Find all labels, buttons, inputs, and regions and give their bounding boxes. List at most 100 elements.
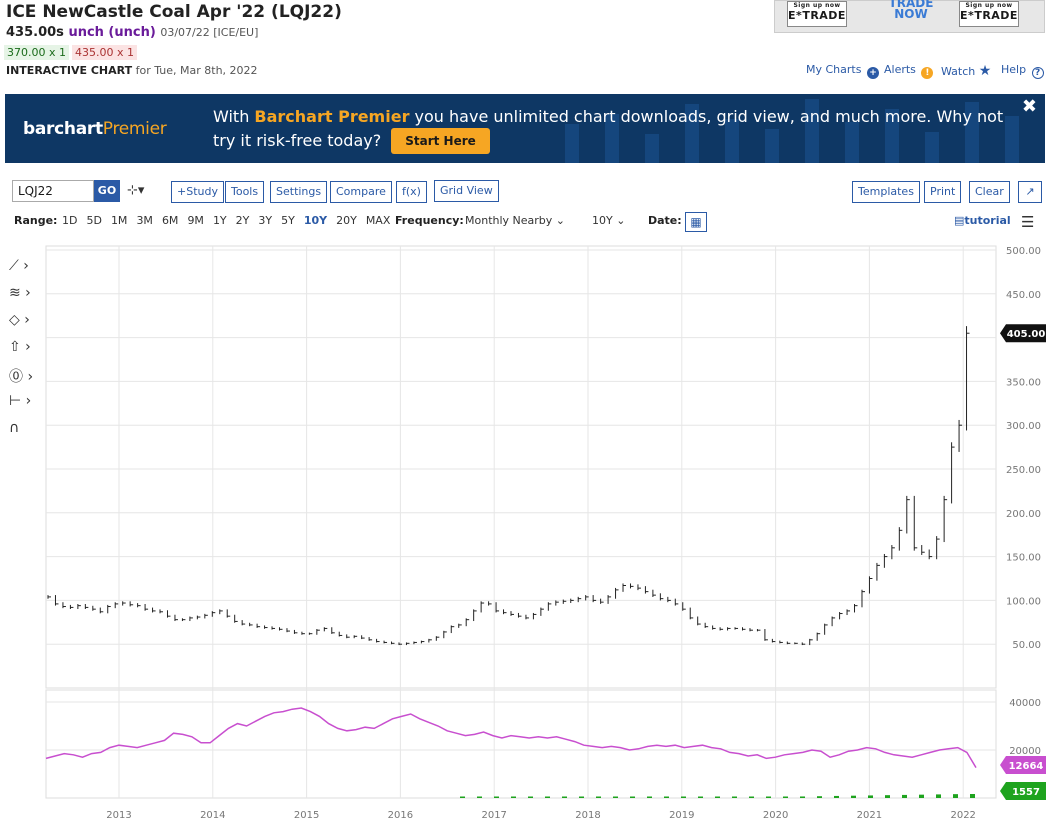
open-interest-bar: [698, 796, 703, 798]
compare-button[interactable]: Compare: [330, 181, 392, 203]
period-value: 10Y: [592, 214, 613, 227]
tutorial-link[interactable]: ▤tutorial: [954, 214, 1011, 227]
banner-text-pre: With: [213, 107, 255, 126]
range-option-1m[interactable]: 1M: [111, 214, 128, 227]
range-option-1y[interactable]: 1Y: [213, 214, 227, 227]
x-tick-label: 2020: [763, 810, 788, 821]
bar-type-dropdown[interactable]: ⊹▾: [127, 183, 144, 198]
interactive-chart-label: INTERACTIVE CHART for Tue, Mar 8th, 2022: [6, 64, 258, 77]
quote-meta: 03/07/22 [ICE/EU]: [160, 26, 259, 39]
date-label-text: Date:: [648, 214, 682, 227]
watch-label: Watch: [941, 65, 976, 78]
x-tick-label: 2022: [950, 810, 975, 821]
y-tick-label: 200.00: [1006, 509, 1041, 520]
open-interest-bar: [919, 794, 924, 798]
range-option-5y[interactable]: 5Y: [281, 214, 295, 227]
x-tick-label: 2016: [388, 810, 413, 821]
banner-message: With Barchart Premier you have unlimited…: [213, 106, 1013, 154]
alert-icon: !: [921, 67, 934, 79]
last-price: 435.00s: [6, 25, 64, 40]
etrade-ad-right-small: Sign up now: [965, 2, 1013, 9]
calendar-icon[interactable]: ▦: [685, 212, 707, 232]
open-interest-bar: [477, 796, 482, 798]
premier-banner: barchartPremier With Barchart Premier yo…: [5, 94, 1045, 163]
etrade-ad-left-text: E*TRADE: [788, 9, 846, 22]
open-interest-bar: [715, 796, 720, 798]
open-interest-bar: [460, 796, 465, 798]
price-panel: [45, 245, 997, 689]
range-option-9m[interactable]: 9M: [187, 214, 204, 227]
range-option-20y[interactable]: 20Y: [336, 214, 357, 227]
x-tick-label: 2013: [106, 810, 131, 821]
start-here-button[interactable]: Start Here: [391, 128, 490, 154]
price-change: unch (unch): [68, 25, 156, 40]
menu-icon[interactable]: ☰: [1021, 213, 1034, 231]
tools-button[interactable]: Tools: [225, 181, 265, 203]
fx-button[interactable]: f(x): [396, 181, 427, 203]
open-interest-bar: [494, 796, 499, 798]
alerts-link[interactable]: Alerts !: [884, 63, 934, 79]
open-interest-bar: [511, 796, 516, 798]
print-button[interactable]: Print: [924, 181, 962, 203]
chevron-down-icon: ⌄: [555, 214, 566, 227]
my-charts-label: My Charts: [806, 63, 862, 76]
go-button[interactable]: GO: [94, 180, 120, 202]
expand-button[interactable]: ↗: [1018, 181, 1042, 203]
range-option-max[interactable]: MAX: [366, 214, 391, 227]
quote-line: 435.00s unch (unch) 03/07/22 [ICE/EU]: [6, 25, 258, 40]
symbol-input[interactable]: LQJ22: [12, 180, 94, 202]
logo-main: barchart: [23, 119, 103, 139]
volume-badge-text: 12664: [1009, 761, 1044, 772]
range-option-10y[interactable]: 10Y: [304, 214, 327, 227]
open-interest-bar: [732, 796, 737, 798]
x-tick-label: 2019: [669, 810, 694, 821]
y-tick-label: 100.00: [1006, 596, 1041, 607]
range-option-5d[interactable]: 5D: [86, 214, 101, 227]
range-option-2y[interactable]: 2Y: [236, 214, 250, 227]
open-interest-bar: [528, 796, 533, 798]
tutorial-label: tutorial: [964, 214, 1011, 227]
settings-button[interactable]: Settings: [270, 181, 328, 203]
period-select[interactable]: 10Y ⌄: [592, 214, 625, 227]
open-interest-bar: [902, 794, 907, 798]
x-tick-label: 2021: [857, 810, 882, 821]
grid-view-button[interactable]: Grid View: [434, 180, 499, 202]
frequency-label-text: Frequency:: [395, 214, 464, 227]
ask-badge: 435.00 x 1: [72, 45, 137, 60]
trade-now-ad[interactable]: TRADE NOW: [883, 0, 939, 24]
range-option-3m[interactable]: 3M: [136, 214, 153, 227]
film-icon: ▤: [954, 214, 965, 227]
open-interest-bar: [817, 796, 822, 798]
y-tick-label: 50.00: [1012, 640, 1041, 651]
price-chart[interactable]: 500.00450.00400.00350.00300.00250.00200.…: [0, 240, 1051, 834]
help-link[interactable]: Help ?: [1001, 63, 1044, 79]
my-charts-link[interactable]: My Charts +: [806, 63, 879, 79]
interactive-chart-date: for Tue, Mar 8th, 2022: [135, 64, 258, 77]
open-interest-bar: [562, 796, 567, 798]
frequency-label: Frequency:: [395, 214, 464, 227]
watch-link[interactable]: Watch ★: [941, 63, 991, 79]
y-tick-label: 500.00: [1006, 246, 1041, 257]
y-tick-label: 250.00: [1006, 465, 1041, 476]
close-banner-icon[interactable]: ✖: [1022, 96, 1037, 117]
ad-strip: Sign up now E*TRADE TRADE NOW Sign up no…: [774, 0, 1045, 33]
banner-text-highlight: Barchart Premier: [254, 107, 410, 126]
range-option-6m[interactable]: 6M: [162, 214, 179, 227]
etrade-ad-right[interactable]: Sign up now E*TRADE: [959, 1, 1019, 27]
interactive-chart-title: INTERACTIVE CHART: [6, 64, 133, 77]
templates-button[interactable]: Templates: [852, 181, 920, 203]
etrade-ad-left[interactable]: Sign up now E*TRADE: [787, 1, 847, 27]
open-interest-bar: [783, 796, 788, 798]
range-option-3y[interactable]: 3Y: [258, 214, 272, 227]
plus-circle-icon: +: [866, 67, 879, 79]
clear-button[interactable]: Clear: [969, 181, 1010, 203]
frequency-select[interactable]: Monthly Nearby ⌄: [465, 214, 565, 227]
study-button[interactable]: +Study: [171, 181, 224, 203]
y-tick-label: 350.00: [1006, 377, 1041, 388]
open-interest-bar: [953, 794, 958, 798]
open-interest-bar: [579, 796, 584, 798]
range-option-1d[interactable]: 1D: [62, 214, 77, 227]
range-label-text: Range:: [14, 214, 58, 227]
open-interest-bar: [885, 795, 890, 798]
alerts-label: Alerts: [884, 63, 916, 76]
